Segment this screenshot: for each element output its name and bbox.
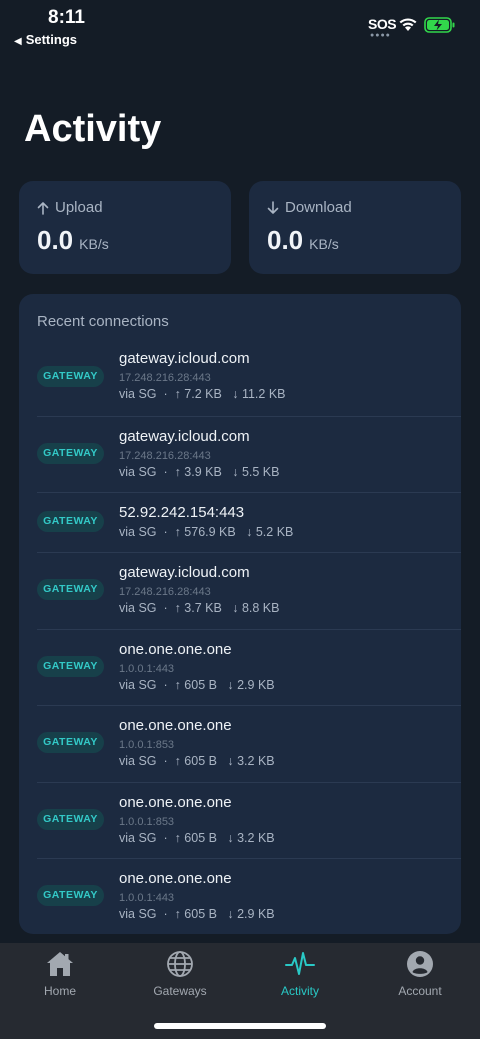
upload-unit: KB/s <box>79 236 109 252</box>
connection-meta: via SG · ↑ 605 B ↓ 3.2 KB <box>119 754 275 768</box>
connection-ip: 17.248.216.28:443 <box>119 586 211 598</box>
tab-activity[interactable]: Activity <box>240 949 360 998</box>
download-unit: KB/s <box>309 236 339 252</box>
gateway-badge: GATEWAY <box>37 808 104 830</box>
connection-host: gateway.icloud.com <box>119 350 250 367</box>
battery-charging-icon <box>424 17 455 33</box>
back-to-settings-link[interactable]: ◀ Settings <box>14 32 77 47</box>
tab-activity-label: Activity <box>280 984 319 998</box>
upload-label: Upload <box>37 199 103 216</box>
connection-meta: via SG · ↑ 3.7 KB ↓ 8.8 KB <box>119 601 280 615</box>
upload-stat-card: Upload 0.0 KB/s <box>19 181 231 274</box>
tab-account[interactable]: Account <box>360 949 480 998</box>
gateway-badge: GATEWAY <box>37 885 104 906</box>
back-link-label: Settings <box>25 32 77 47</box>
globe-icon <box>167 951 193 977</box>
gateway-badge: GATEWAY <box>37 366 104 387</box>
connection-host: 52.92.242.154:443 <box>119 504 245 521</box>
carrier-label: SOS <box>368 16 397 32</box>
connection-ip: 1.0.0.1:443 <box>119 892 175 904</box>
connection-meta: via SG · ↑ 7.2 KB ↓ 11.2 KB <box>119 387 286 401</box>
download-rate: 0.0 <box>267 225 304 255</box>
connection-meta: via SG · ↑ 3.9 KB ↓ 5.5 KB <box>119 464 280 479</box>
gateway-badge: GATEWAY <box>37 579 104 600</box>
gateway-badge: GATEWAY <box>37 511 104 532</box>
connection-row[interactable]: GATEWAY gateway.icloud.com 17.248.216.28… <box>37 553 461 630</box>
upload-label-text: Upload <box>55 199 103 216</box>
connection-ip: 1.0.0.1:853 <box>119 739 175 751</box>
tab-gateways[interactable]: Gateways <box>120 949 240 998</box>
connection-list: GATEWAY gateway.icloud.com 17.248.216.28… <box>37 340 461 934</box>
connection-host: one.one.one.one <box>119 793 232 811</box>
connection-row[interactable]: GATEWAY one.one.one.one 1.0.0.1:853 via … <box>37 783 461 859</box>
connection-ip: 1.0.0.1:853 <box>119 815 175 828</box>
home-icon <box>47 952 73 976</box>
connection-row[interactable]: GATEWAY one.one.one.one 1.0.0.1:443 via … <box>37 630 461 706</box>
gateway-badge: GATEWAY <box>37 442 104 464</box>
connection-host: gateway.icloud.com <box>119 564 250 581</box>
tab-account-label: Account <box>398 984 442 998</box>
status-bar: 8:11 ◀ Settings SOS ●●●● <box>0 0 480 52</box>
account-icon <box>407 951 433 977</box>
connection-row[interactable]: GATEWAY one.one.one.one 1.0.0.1:443 via … <box>37 859 461 934</box>
tab-home[interactable]: Home <box>0 949 120 998</box>
recent-connections-panel: Recent connections GATEWAY gateway.iclou… <box>19 294 461 934</box>
home-indicator[interactable] <box>154 1023 326 1029</box>
download-label: Download <box>267 199 352 216</box>
connection-ip: 17.248.216.28:443 <box>119 449 211 462</box>
upload-rate: 0.0 <box>37 225 74 255</box>
connection-host: gateway.icloud.com <box>119 427 250 445</box>
pulse-icon <box>285 952 315 975</box>
download-label-text: Download <box>285 199 352 216</box>
signal-dots-icon: ●●●● <box>370 32 391 39</box>
connection-meta: via SG · ↑ 605 B ↓ 3.2 KB <box>119 830 275 845</box>
wifi-icon <box>399 18 417 31</box>
connection-row[interactable]: GATEWAY gateway.icloud.com 17.248.216.28… <box>37 417 461 493</box>
connection-host: one.one.one.one <box>119 717 232 734</box>
arrow-up-icon <box>37 201 49 215</box>
connection-ip: 1.0.0.1:443 <box>119 662 175 675</box>
connection-meta: via SG · ↑ 605 B ↓ 2.9 KB <box>119 677 275 692</box>
gateway-badge: GATEWAY <box>37 655 104 677</box>
connection-host: one.one.one.one <box>119 870 232 887</box>
recent-connections-title: Recent connections <box>37 313 169 330</box>
upload-value: 0.0 KB/s <box>37 225 109 256</box>
page-title: Activity <box>24 108 162 150</box>
connection-ip: 17.248.216.28:443 <box>119 372 211 384</box>
tab-home-label: Home <box>43 984 76 998</box>
back-triangle-icon: ◀ <box>14 36 22 47</box>
connection-host: one.one.one.one <box>119 640 232 658</box>
download-stat-card: Download 0.0 KB/s <box>249 181 461 274</box>
connection-row[interactable]: GATEWAY one.one.one.one 1.0.0.1:853 via … <box>37 706 461 783</box>
gateway-badge: GATEWAY <box>37 732 104 753</box>
status-time: 8:11 <box>48 7 85 28</box>
download-value: 0.0 KB/s <box>267 225 339 256</box>
connection-meta: via SG · ↑ 605 B ↓ 2.9 KB <box>119 907 275 921</box>
tab-gateways-label: Gateways <box>153 984 207 998</box>
arrow-down-icon <box>267 200 279 214</box>
connection-meta: via SG · ↑ 576.9 KB ↓ 5.2 KB <box>119 525 294 539</box>
connection-row[interactable]: GATEWAY 52.92.242.154:443 via SG · ↑ 576… <box>37 493 461 553</box>
connection-row[interactable]: GATEWAY gateway.icloud.com 17.248.216.28… <box>37 340 461 417</box>
